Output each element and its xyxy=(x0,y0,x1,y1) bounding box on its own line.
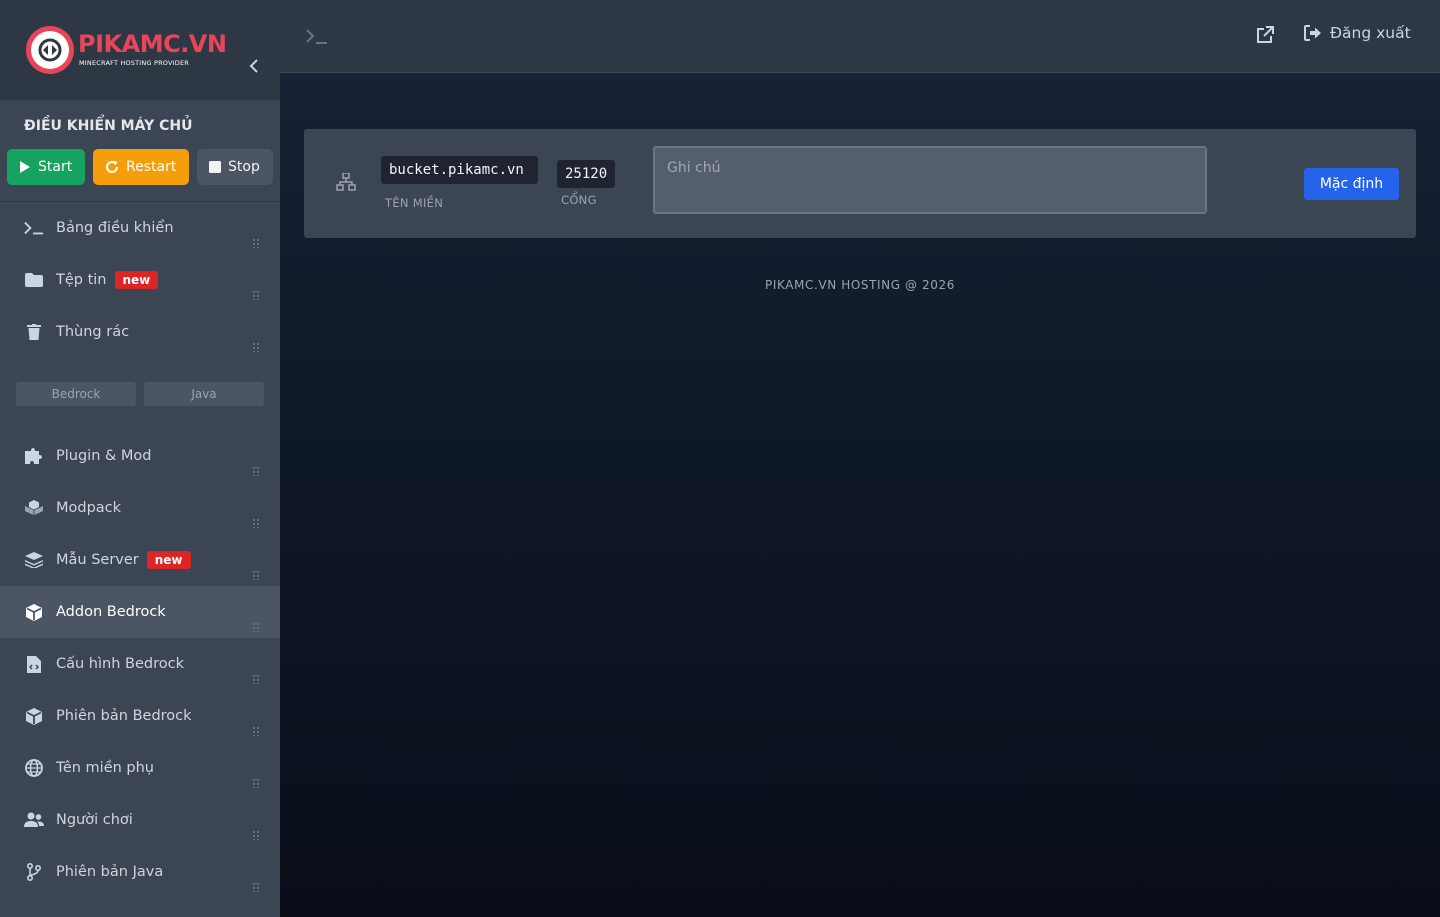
drag-handle-icon[interactable] xyxy=(252,466,260,476)
sidebar-item-bedrock-version[interactable]: Phiên bản Bedrock xyxy=(0,690,280,742)
config-file-icon xyxy=(24,654,44,674)
port-value[interactable]: 25120 xyxy=(557,160,616,188)
restart-button[interactable]: Restart xyxy=(93,149,189,185)
users-icon xyxy=(24,810,44,830)
sidebar-item-label: Plugin & Mod xyxy=(56,448,152,464)
sidebar-item-label: Addon Bedrock xyxy=(56,604,166,620)
sidebar-item-modpack[interactable]: Modpack xyxy=(0,482,280,534)
brand-tagline: MINECRAFT HOSTING PROVIDER xyxy=(79,59,190,67)
drag-handle-icon[interactable] xyxy=(252,778,260,788)
sidebar-item-label: Mẫu Server xyxy=(56,552,139,568)
stop-button[interactable]: Stop xyxy=(197,149,273,185)
sidebar-item-addon-bedrock[interactable]: Addon Bedrock xyxy=(0,586,280,638)
domain-label: TÊN MIỀN xyxy=(385,196,444,210)
new-badge: new xyxy=(114,271,159,289)
sidebar-item-files[interactable]: Tệp tin new xyxy=(0,254,280,306)
sidebar-item-subdomain[interactable]: Tên miền phụ xyxy=(0,742,280,794)
external-link-icon xyxy=(1257,26,1274,43)
allocation-card: bucket.pikamc.vn TÊN MIỀN 25120 CỔNG Mặc… xyxy=(304,129,1416,238)
start-button[interactable]: Start xyxy=(7,149,85,185)
sidebar-item-label: Cấu hình Bedrock xyxy=(56,656,184,672)
main-content: bucket.pikamc.vn TÊN MIỀN 25120 CỔNG Mặc… xyxy=(280,73,1440,917)
stop-icon xyxy=(209,161,221,173)
sidebar-item-label: Bảng điều khiển xyxy=(56,220,174,236)
drag-handle-icon[interactable] xyxy=(252,570,260,580)
logout-label: Đăng xuất xyxy=(1330,24,1411,42)
note-input[interactable] xyxy=(653,146,1207,214)
sidebar-item-server-templates[interactable]: Mẫu Server new xyxy=(0,534,280,586)
globe-icon xyxy=(24,758,44,778)
restart-icon xyxy=(106,160,119,173)
folder-icon xyxy=(24,270,44,290)
collapse-sidebar-button[interactable] xyxy=(246,58,262,78)
sidebar-item-dashboard[interactable]: Bảng điều khiển xyxy=(0,202,280,254)
footer-text: PIKAMC.VN HOSTING @ 2026 xyxy=(765,278,955,292)
network-icon xyxy=(336,172,356,195)
sidebar-item-label: Thùng rác xyxy=(56,324,130,340)
cubes-icon xyxy=(24,498,44,518)
sidebar-item-label: Phiên bản Bedrock xyxy=(56,708,192,724)
sidebar-item-plugin-mod[interactable]: Plugin & Mod xyxy=(0,430,280,482)
sign-out-icon xyxy=(1304,25,1321,41)
top-bar: Đăng xuất xyxy=(280,0,1440,73)
make-default-button[interactable]: Mặc định xyxy=(1304,168,1399,200)
drag-handle-icon[interactable] xyxy=(252,622,260,632)
drag-handle-icon[interactable] xyxy=(252,342,260,352)
domain-value[interactable]: bucket.pikamc.vn xyxy=(381,156,538,184)
chevron-left-icon xyxy=(249,59,258,73)
box-icon xyxy=(24,706,44,726)
branch-icon xyxy=(24,862,44,882)
sidebar-item-label: Người chơi xyxy=(56,812,133,828)
sidebar-item-players[interactable]: Người chơi xyxy=(0,794,280,846)
sidebar-item-label: Modpack xyxy=(56,500,122,516)
console-icon[interactable] xyxy=(306,28,328,48)
server-control-panel: ĐIỀU KHIỂN MÁY CHỦ Start Restart Stop xyxy=(0,100,280,202)
sidebar-item-label: Phiên bản Java xyxy=(56,864,164,880)
play-icon xyxy=(20,161,30,173)
drag-handle-icon[interactable] xyxy=(252,882,260,892)
port-label: CỔNG xyxy=(561,193,597,207)
trash-icon xyxy=(24,322,44,342)
drag-handle-icon[interactable] xyxy=(252,830,260,840)
drag-handle-icon[interactable] xyxy=(252,518,260,528)
layers-icon xyxy=(24,550,44,570)
puzzle-icon xyxy=(24,446,44,466)
cube-icon xyxy=(24,602,44,622)
drag-handle-icon[interactable] xyxy=(252,290,260,300)
sidebar-item-trash[interactable]: Thùng rác xyxy=(0,306,280,358)
new-badge: new xyxy=(146,551,191,569)
server-control-title: ĐIỀU KHIỂN MÁY CHỦ xyxy=(24,118,193,134)
sidebar-item-label: Tệp tin xyxy=(56,272,107,288)
sidebar: PIKAMC.VN MINECRAFT HOSTING PROVIDER ĐIỀ… xyxy=(0,0,280,917)
drag-handle-icon[interactable] xyxy=(252,238,260,248)
drag-handle-icon[interactable] xyxy=(252,726,260,736)
sidebar-item-bedrock-config[interactable]: Cấu hình Bedrock xyxy=(0,638,280,690)
logo-area: PIKAMC.VN MINECRAFT HOSTING PROVIDER xyxy=(0,0,280,100)
brand-name: PIKAMC.VN xyxy=(78,30,227,58)
open-external-button[interactable] xyxy=(1256,26,1274,48)
terminal-icon xyxy=(24,218,44,238)
tab-java[interactable]: Java xyxy=(144,382,264,406)
drag-handle-icon[interactable] xyxy=(252,674,260,684)
logout-button[interactable]: Đăng xuất xyxy=(1304,24,1411,42)
logo-icon xyxy=(26,26,74,74)
sidebar-item-label: Tên miền phụ xyxy=(56,760,154,776)
sidebar-item-java-version[interactable]: Phiên bản Java xyxy=(0,846,280,898)
tab-bedrock[interactable]: Bedrock xyxy=(16,382,136,406)
